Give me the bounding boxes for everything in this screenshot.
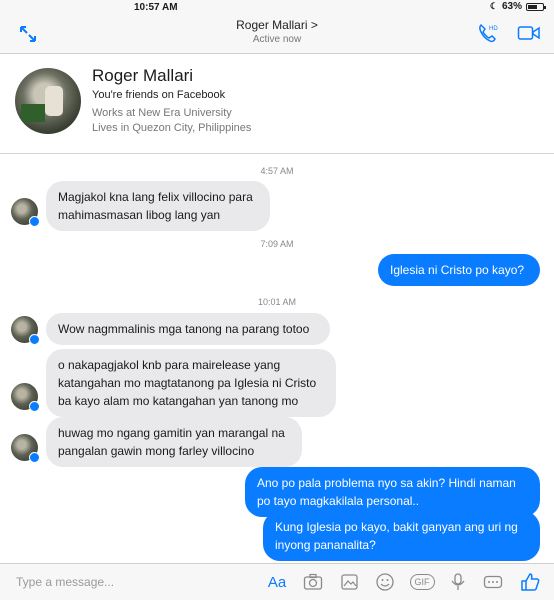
timestamp: 4:57 AM — [260, 166, 294, 176]
chevron-right-icon[interactable]: > — [311, 18, 318, 32]
battery-fill — [528, 4, 537, 9]
emoji-icon[interactable] — [374, 571, 396, 593]
battery-icon — [526, 2, 546, 11]
status-time: 10:57 AM — [134, 2, 178, 13]
message-bubble-incoming[interactable]: Magjakol kna lang felix villocino para m… — [46, 181, 270, 231]
like-icon[interactable] — [519, 571, 541, 593]
message-bubble-incoming[interactable]: o nakapagjakol knb para mairelease yang … — [46, 349, 336, 417]
camera-icon[interactable] — [302, 571, 324, 593]
contact-name[interactable]: Roger Mallari — [236, 18, 307, 32]
compose-bar: Type a message... Aa GIF — [0, 563, 554, 600]
moon-icon: ☾ — [489, 1, 498, 11]
timestamp: 10:01 AM — [257, 297, 297, 307]
active-status: Active now — [252, 34, 302, 45]
svg-text:HD: HD — [489, 26, 498, 32]
sender-avatar[interactable] — [11, 198, 40, 227]
timestamp: 7:09 AM — [260, 239, 294, 249]
profile-card: Roger Mallari You're friends on Facebook… — [0, 54, 554, 154]
contact-title[interactable]: Roger Mallari > — [0, 18, 554, 32]
profile-location: Lives in Quezon City, Philippines — [92, 122, 252, 134]
profile-avatar[interactable] — [15, 68, 81, 134]
messenger-badge-icon — [29, 216, 40, 227]
friends-status: You're friends on Facebook — [92, 89, 226, 101]
message-bubble-outgoing[interactable]: Kung Iglesia po kayo, bakit ganyan ang u… — [263, 511, 540, 561]
message-bubble-outgoing[interactable]: Ano po pala problema nyo sa akin? Hindi … — [245, 467, 540, 517]
sender-avatar[interactable] — [11, 316, 40, 345]
profile-work: Works at New Era University — [92, 107, 232, 119]
message-bubble-outgoing[interactable]: Iglesia ni Cristo po kayo? — [378, 254, 540, 286]
gif-label: GIF — [409, 574, 435, 590]
sender-avatar[interactable] — [11, 383, 40, 412]
messenger-badge-icon — [29, 334, 40, 345]
message-bubble-incoming[interactable]: Wow nagmmalinis mga tanong na parang tot… — [46, 313, 330, 345]
gif-icon[interactable]: GIF — [409, 571, 435, 593]
sender-avatar[interactable] — [11, 434, 40, 463]
video-call-icon[interactable] — [517, 24, 541, 42]
message-input[interactable]: Type a message... — [16, 575, 114, 589]
messenger-badge-icon — [29, 401, 40, 412]
voice-call-icon[interactable]: HD — [476, 22, 498, 44]
battery-percent: 63% — [501, 1, 522, 12]
message-bubble-incoming[interactable]: huwag mo ngang gamitin yan marangal na p… — [46, 417, 302, 467]
status-right: ☾ 63% — [489, 1, 546, 12]
status-bar: 10:57 AM ☾ 63% — [0, 0, 554, 14]
conversation-header: Roger Mallari > Active now HD — [0, 14, 554, 54]
microphone-icon[interactable] — [447, 571, 469, 593]
text-format-icon[interactable]: Aa — [266, 571, 288, 593]
more-icon[interactable] — [482, 571, 504, 593]
messenger-badge-icon — [29, 452, 40, 463]
profile-name: Roger Mallari — [92, 66, 194, 85]
photo-icon[interactable] — [339, 571, 361, 593]
